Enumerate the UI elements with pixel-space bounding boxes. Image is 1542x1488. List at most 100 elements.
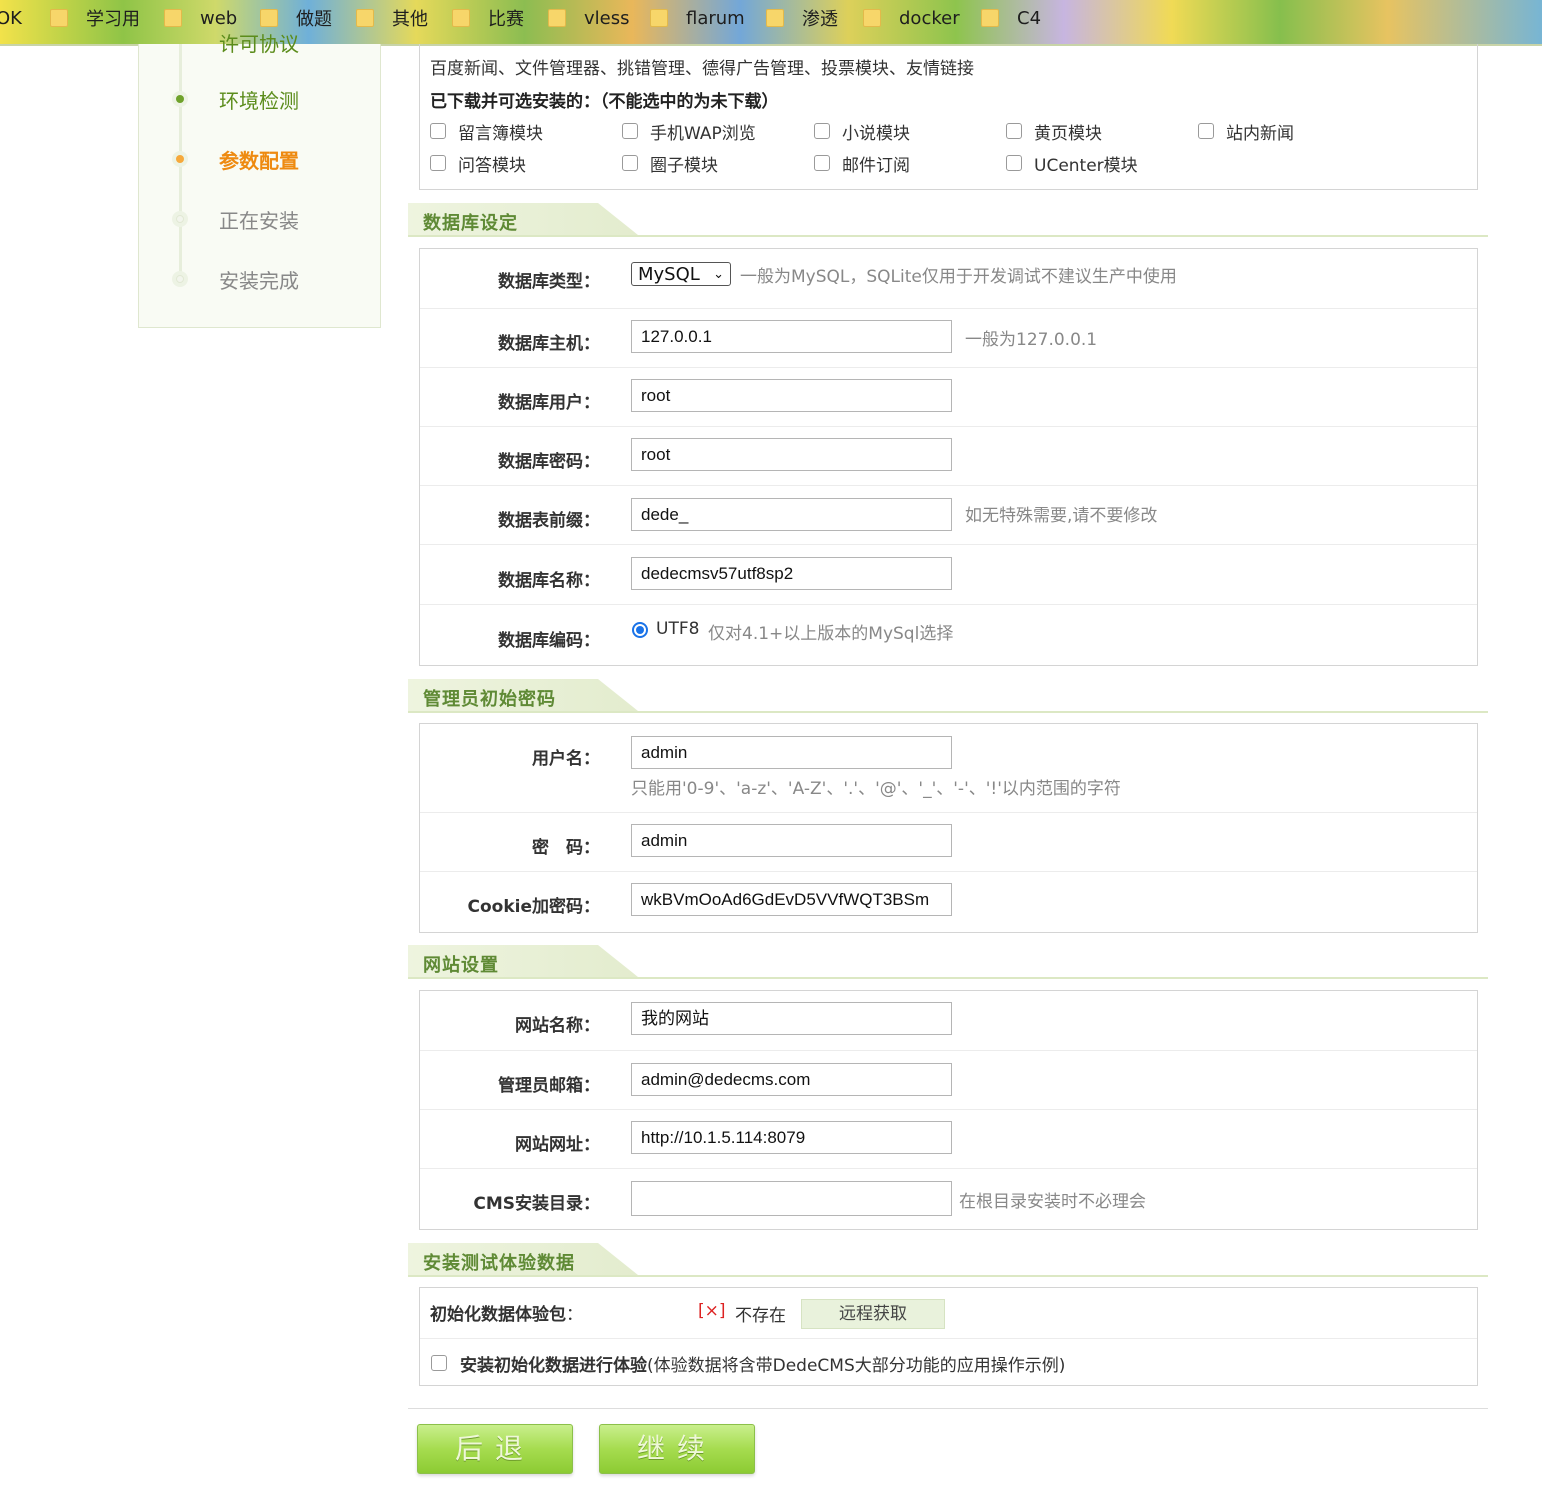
- admin-username-input[interactable]: admin: [631, 736, 952, 769]
- cms-dir-row: CMS安装目录： 在根目录安装时不必理会: [420, 1168, 1477, 1229]
- module-option[interactable]: 黄页模块: [1006, 118, 1196, 144]
- install-demo-checkbox[interactable]: [431, 1355, 447, 1371]
- checkbox[interactable]: [430, 123, 446, 139]
- module-option[interactable]: 圈子模块: [622, 150, 812, 176]
- section-title: 管理员初始密码: [423, 689, 556, 710]
- demo-install-row: 安装初始化数据进行体验(体验数据将含带DedeCMS大部分功能的应用操作示例): [420, 1338, 1477, 1385]
- admin-settings-form: 用户名： admin 只能用'0-9'、'a-z'、'A-Z'、'.'、'@'、…: [419, 723, 1478, 933]
- bookmark-folder-1[interactable]: 学习用: [50, 0, 140, 36]
- module-option[interactable]: 邮件订阅: [814, 150, 1004, 176]
- admin-email-row: 管理员邮箱： admin@dedecms.com: [420, 1050, 1477, 1110]
- field-label: 数据库主机：: [498, 334, 600, 354]
- step-label: 参数配置: [219, 149, 299, 173]
- demo-data-box: 初始化数据体验包： [×] 不存在 远程获取 安装初始化数据进行体验(体验数据将…: [419, 1287, 1478, 1386]
- module-label: UCenter模块: [1034, 155, 1138, 176]
- step-license: 许可协议: [139, 22, 380, 62]
- bookmark-folder-10[interactable]: C4: [981, 0, 1041, 36]
- bookmark-label: 其他: [392, 9, 428, 30]
- db-password-input[interactable]: root: [631, 438, 952, 471]
- back-button[interactable]: 后退: [417, 1424, 573, 1474]
- checkbox[interactable]: [622, 123, 638, 139]
- module-option[interactable]: 站内新闻: [1198, 118, 1388, 144]
- bookmark-label: vless: [584, 7, 630, 29]
- module-option[interactable]: 留言簿模块: [430, 118, 620, 144]
- field-label: CMS安装目录：: [473, 1194, 600, 1214]
- db-type-select[interactable]: MySQL ⌄: [631, 262, 731, 286]
- module-option[interactable]: UCenter模块: [1006, 150, 1196, 176]
- step-config: 参数配置: [139, 139, 380, 179]
- db-host-input[interactable]: 127.0.0.1: [631, 320, 952, 353]
- remote-fetch-button[interactable]: 远程获取: [801, 1299, 945, 1329]
- db-prefix-input[interactable]: dede_: [631, 498, 952, 531]
- field-label: 用户名：: [532, 749, 600, 769]
- bookmark-folder-9[interactable]: docker: [863, 0, 960, 36]
- admin-password-row: 密 码： admin: [420, 812, 1477, 872]
- field-label: 网站网址：: [515, 1135, 600, 1155]
- folder-icon: [452, 9, 470, 27]
- checkbox[interactable]: [1006, 123, 1022, 139]
- admin-password-input[interactable]: admin: [631, 824, 952, 857]
- field-hint: 只能用'0-9'、'a-z'、'A-Z'、'.'、'@'、'_'、'-'、'!'…: [631, 779, 1121, 799]
- module-label: 邮件订阅: [842, 155, 910, 176]
- step-installing: 正在安装: [139, 199, 380, 239]
- checkbox[interactable]: [1198, 123, 1214, 139]
- install-demo-label: 安装初始化数据进行体验(体验数据将含带DedeCMS大部分功能的应用操作示例): [460, 1356, 1066, 1376]
- field-hint: 如无特殊需要,请不要修改: [965, 506, 1158, 526]
- bookmark-folder-7[interactable]: flarum: [650, 0, 745, 36]
- db-password-row: 数据库密码： root: [420, 426, 1477, 486]
- cookie-key-row: Cookie加密码： wkBVmOoAd6GdEvD5VVfWQT3BSm: [420, 871, 1477, 932]
- db-user-row: 数据库用户： root: [420, 367, 1477, 427]
- module-option[interactable]: 小说模块: [814, 118, 1004, 144]
- bookmark-folder-8[interactable]: 渗透: [766, 0, 838, 36]
- step-done: 安装完成: [139, 259, 380, 299]
- field-label: Cookie加密码：: [467, 897, 601, 917]
- module-label: 小说模块: [842, 123, 910, 144]
- checkbox[interactable]: [622, 155, 638, 171]
- checkbox[interactable]: [430, 155, 446, 171]
- site-name-row: 网站名称： 我的网站: [420, 991, 1477, 1050]
- status-error-mark: [×]: [698, 1301, 726, 1321]
- db-type-row: 数据库类型： MySQL ⌄ 一般为MySQL，SQLite仅用于开发调试不建议生…: [420, 249, 1477, 308]
- select-value: MySQL: [638, 263, 700, 285]
- site-url-input[interactable]: http://10.1.5.114:8079: [631, 1121, 952, 1154]
- charset-utf8-radio[interactable]: [632, 622, 648, 638]
- section-header-site: 网站设置: [408, 945, 1488, 979]
- bookmark-ok[interactable]: OK: [0, 0, 22, 36]
- field-label: 数据库名称：: [498, 571, 600, 591]
- site-name-input[interactable]: 我的网站: [631, 1002, 952, 1035]
- folder-icon: [548, 9, 566, 27]
- optional-modules-title: 已下载并可选安装的：（不能选中的为未下载）: [430, 92, 779, 112]
- cookie-key-input[interactable]: wkBVmOoAd6GdEvD5VVfWQT3BSm: [631, 883, 952, 916]
- radio-label: UTF8: [656, 619, 700, 639]
- module-option[interactable]: 问答模块: [430, 150, 620, 176]
- bookmark-label: C4: [1017, 7, 1042, 29]
- folder-icon: [863, 9, 881, 27]
- field-label: 数据库编码：: [498, 631, 600, 651]
- step-label: 环境检测: [219, 89, 299, 113]
- checkbox[interactable]: [814, 123, 830, 139]
- bookmark-folder-5[interactable]: 比赛: [452, 0, 524, 36]
- db-name-input[interactable]: dedecmsv57utf8sp2: [631, 557, 952, 590]
- demo-package-label: 初始化数据体验包：: [430, 1305, 583, 1325]
- checkbox[interactable]: [1006, 155, 1022, 171]
- checkbox[interactable]: [814, 155, 830, 171]
- module-label: 问答模块: [458, 155, 526, 176]
- folder-icon: [650, 9, 668, 27]
- bookmark-label: docker: [899, 7, 960, 29]
- modules-box: 百度新闻、文件管理器、挑错管理、德得广告管理、投票模块、友情链接 已下载并可选安…: [419, 44, 1478, 190]
- step-label: 正在安装: [219, 209, 299, 233]
- module-label: 黄页模块: [1034, 123, 1102, 144]
- db-user-input[interactable]: root: [631, 379, 952, 412]
- module-label: 手机WAP浏览: [650, 123, 756, 144]
- site-settings-form: 网站名称： 我的网站 管理员邮箱： admin@dedecms.com 网站网址…: [419, 990, 1478, 1230]
- admin-email-input[interactable]: admin@dedecms.com: [631, 1063, 952, 1096]
- bookmark-folder-6[interactable]: vless: [548, 0, 629, 36]
- field-label: 管理员邮箱：: [498, 1076, 600, 1096]
- section-title: 数据库设定: [423, 213, 518, 234]
- module-option[interactable]: 手机WAP浏览: [622, 118, 812, 144]
- admin-user-row: 用户名： admin 只能用'0-9'、'a-z'、'A-Z'、'.'、'@'、…: [420, 724, 1477, 812]
- bookmark-label: 比赛: [488, 9, 524, 30]
- step-label: 许可协议: [219, 32, 299, 56]
- cms-dir-input[interactable]: [631, 1181, 952, 1216]
- continue-button[interactable]: 继续: [599, 1424, 755, 1474]
